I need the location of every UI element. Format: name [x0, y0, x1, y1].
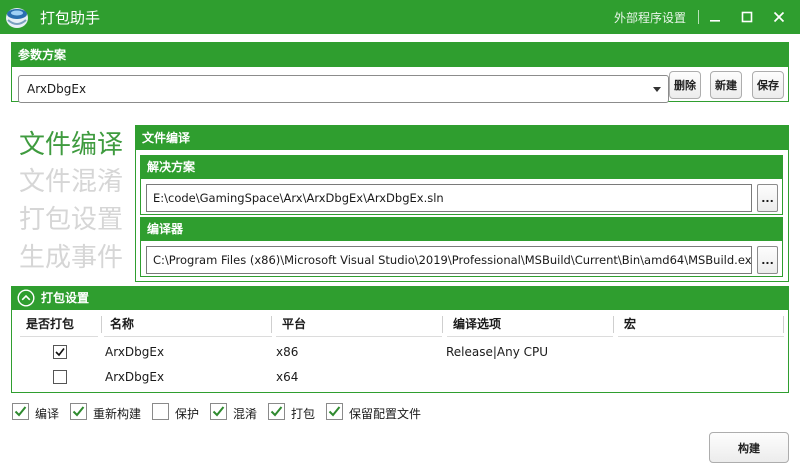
solution-label: 解决方案: [141, 156, 782, 179]
row-pack-checkbox[interactable]: [53, 345, 67, 359]
column-header-macro[interactable]: 宏: [618, 310, 784, 337]
column-divider[interactable]: [271, 316, 272, 333]
column-divider[interactable]: [613, 316, 614, 333]
solution-path-field[interactable]: E:\code\GamingSpace\Arx\ArxDbgEx\ArxDbgE…: [146, 184, 752, 212]
profile-group: 参数方案 ArxDbgEx 删除 新建 保存: [11, 42, 789, 103]
pack-checkbox[interactable]: [268, 403, 285, 420]
compile-option-label: 编译: [35, 407, 60, 421]
checkmark-icon: [72, 406, 85, 417]
keep-config-checkbox[interactable]: [326, 403, 343, 420]
row-platform: x64: [276, 370, 299, 384]
nav-item-pack-settings[interactable]: 打包设置: [19, 204, 123, 236]
maximize-icon: [741, 11, 753, 23]
compiler-path-field[interactable]: C:\Program Files (x86)\Microsoft Visual …: [146, 246, 752, 274]
pack-option-label: 打包: [291, 407, 316, 421]
column-divider[interactable]: [442, 316, 443, 333]
close-icon: [773, 11, 785, 23]
compile-group: 文件编译 解决方案 E:\code\GamingSpace\Arx\ArxDbg…: [135, 125, 789, 282]
close-button[interactable]: [767, 5, 791, 29]
column-header-pack[interactable]: 是否打包: [20, 310, 98, 337]
checkmark-icon: [14, 406, 27, 417]
collapse-chevron-up-icon[interactable]: [17, 289, 35, 307]
window-title: 打包助手: [40, 9, 101, 27]
profile-select[interactable]: ArxDbgEx: [18, 75, 669, 103]
checkmark-icon: [212, 406, 225, 417]
checkmark-icon: [55, 348, 65, 357]
app-logo-icon: [4, 4, 30, 30]
profile-group-title: 参数方案: [12, 43, 788, 67]
minimize-button[interactable]: [703, 5, 727, 29]
dropdown-arrow-icon: [653, 87, 661, 92]
compiler-browse-button[interactable]: ...: [757, 246, 778, 274]
keep-config-option-label: 保留配置文件: [349, 407, 422, 421]
column-divider[interactable]: [783, 316, 784, 333]
compiler-label: 编译器: [141, 218, 782, 241]
delete-button[interactable]: 删除: [669, 71, 701, 99]
column-header-name[interactable]: 名称: [104, 310, 272, 337]
column-header-platform[interactable]: 平台: [276, 310, 442, 337]
compile-checkbox[interactable]: [12, 403, 29, 420]
nav-item-obfuscate[interactable]: 文件混淆: [19, 166, 123, 198]
nav-item-build-events[interactable]: 生成事件: [19, 242, 123, 274]
maximize-button[interactable]: [735, 5, 759, 29]
titlebar-divider: [698, 10, 699, 24]
solution-group: 解决方案 E:\code\GamingSpace\Arx\ArxDbgEx\Ar…: [140, 155, 783, 215]
pack-table: 是否打包 名称 平台 编译选项 宏 ArxDbgEx x86 Release|A…: [11, 310, 789, 393]
row-platform: x86: [276, 345, 299, 359]
build-button[interactable]: 构建: [709, 432, 789, 463]
column-header-build-options[interactable]: 编译选项: [447, 310, 613, 337]
row-name: ArxDbgEx: [105, 345, 165, 359]
checkmark-icon: [328, 406, 341, 417]
profile-select-value: ArxDbgEx: [27, 82, 87, 96]
title-bar: 打包助手 外部程序设置: [0, 0, 800, 34]
pack-settings-title: 打包设置: [41, 291, 90, 305]
compile-group-title: 文件编译: [136, 126, 788, 150]
row-name: ArxDbgEx: [105, 370, 165, 384]
solution-browse-button[interactable]: ...: [757, 184, 778, 212]
external-settings-link[interactable]: 外部程序设置: [614, 9, 686, 26]
row-pack-checkbox[interactable]: [53, 370, 67, 384]
column-divider[interactable]: [101, 316, 102, 333]
nav-item-compile[interactable]: 文件编译: [19, 129, 123, 161]
rebuild-checkbox[interactable]: [70, 403, 87, 420]
obfuscate-checkbox[interactable]: [210, 403, 227, 420]
new-button[interactable]: 新建: [710, 71, 742, 99]
obfuscate-option-label: 混淆: [233, 407, 258, 421]
protect-option-label: 保护: [175, 407, 200, 421]
rebuild-option-label: 重新构建: [93, 407, 142, 421]
row-build-options: Release|Any CPU: [446, 345, 549, 359]
pack-settings-header[interactable]: 打包设置: [11, 286, 789, 310]
save-button[interactable]: 保存: [752, 71, 784, 99]
minimize-icon: [710, 20, 720, 22]
compiler-group: 编译器 C:\Program Files (x86)\Microsoft Vis…: [140, 217, 783, 277]
protect-checkbox[interactable]: [152, 403, 169, 420]
checkmark-icon: [270, 406, 283, 417]
